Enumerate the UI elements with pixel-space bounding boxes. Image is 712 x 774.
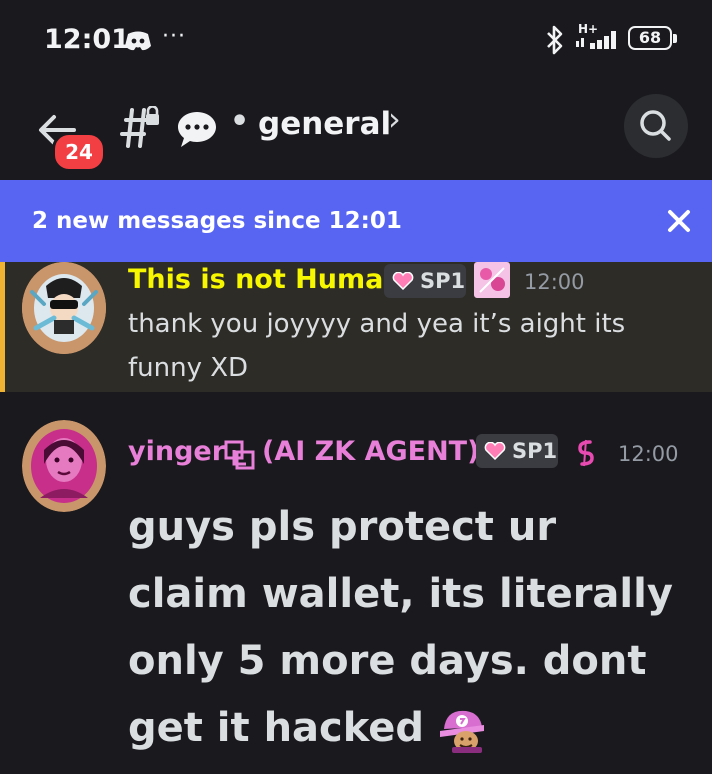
role-icon — [572, 438, 598, 468]
role-tag-label: SP1 — [512, 439, 558, 463]
speech-bubble-icon — [176, 110, 218, 150]
status-more-dots: ··· — [162, 24, 186, 49]
role-icon — [474, 262, 510, 298]
search-icon — [640, 110, 671, 141]
role-tag[interactable]: SP1 — [384, 264, 466, 298]
new-messages-banner[interactable]: 2 new messages since 12:01 — [0, 180, 712, 262]
message-item[interactable]: This is not Human SP1 12:00 thank you jo… — [0, 262, 712, 392]
hash-lock-icon — [116, 105, 162, 148]
custom-emoji-icon — [438, 707, 488, 753]
channel-name[interactable]: general — [258, 106, 391, 142]
close-icon — [668, 210, 690, 232]
message-text-line: funny XD — [128, 353, 249, 383]
role-tag[interactable]: SP1 — [476, 434, 558, 468]
message-timestamp: 12:00 — [618, 442, 679, 466]
signal-icon — [576, 30, 620, 50]
avatar[interactable] — [22, 420, 106, 512]
role-tag-label: SP1 — [420, 269, 466, 293]
discord-icon — [124, 30, 152, 52]
message-timestamp: 12:00 — [524, 270, 585, 294]
username[interactable]: This is not Human — [128, 264, 403, 295]
heart-icon — [392, 272, 414, 290]
channel-separator: • — [230, 104, 250, 139]
mention-highlight-bar — [0, 262, 5, 392]
unread-badge: 24 — [52, 132, 106, 172]
status-time: 12:01 — [44, 24, 130, 55]
message-body: guys pls protect ur claim wallet, its li… — [128, 504, 673, 751]
chevron-right-icon: › — [388, 100, 401, 138]
close-banner-button[interactable] — [664, 206, 694, 236]
message-text: guys pls protect ur claim wallet, its li… — [128, 494, 688, 762]
bot-link-icon — [224, 440, 256, 470]
battery-icon: 68 — [628, 26, 680, 52]
status-bar: 12:01 ··· H+ 68 — [0, 0, 712, 80]
avatar[interactable] — [22, 262, 106, 354]
heart-icon — [484, 442, 506, 460]
search-button[interactable] — [624, 94, 688, 158]
message-text-line: thank you joyyyy and yea it’s aight its — [128, 309, 626, 339]
username-suffix: (AI ZK AGENT) — [262, 436, 480, 467]
channel-header: 24 • general › — [0, 80, 712, 180]
new-messages-text: 2 new messages since 12:01 — [32, 208, 402, 234]
battery-level: 68 — [638, 28, 662, 47]
username[interactable]: yinger — [128, 436, 225, 467]
bluetooth-icon — [544, 24, 566, 56]
